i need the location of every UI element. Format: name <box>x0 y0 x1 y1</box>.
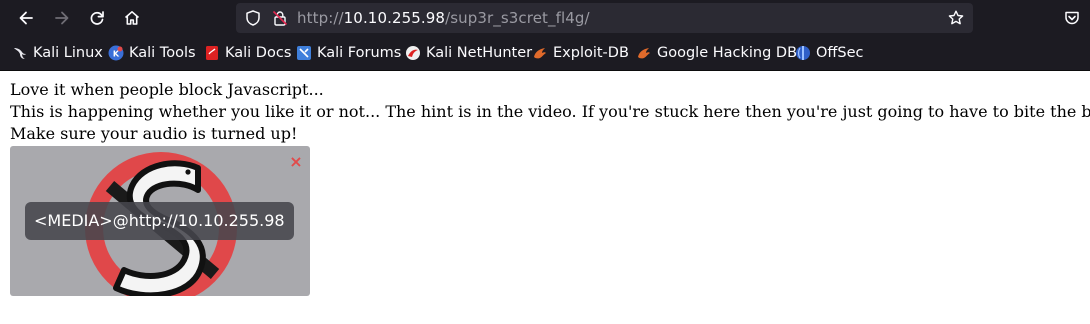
url-path: /sup3r_s3cret_fl4g/ <box>445 9 590 27</box>
url-text[interactable]: http://10.10.255.98/sup3r_s3cret_fl4g/ <box>297 9 590 27</box>
media-player[interactable]: × <MEDIA>@http://10.10.255.98 <box>10 146 310 296</box>
bookmark-kali-forums[interactable]: Kali Forums <box>296 42 401 64</box>
bookmark-label: Kali NetHunter <box>426 45 533 61</box>
page-text-line: This is happening whether you like it or… <box>10 102 1090 121</box>
forward-arrow-icon <box>55 11 69 25</box>
google-hacking-db-icon <box>638 48 650 59</box>
bookmark-kali-tools[interactable]: K Kali Tools <box>108 42 196 64</box>
reload-button[interactable] <box>83 4 111 32</box>
bookmark-kali-nethunter[interactable]: Kali NetHunter <box>405 42 532 64</box>
insecure-lock-icon[interactable] <box>271 9 289 27</box>
home-icon <box>124 11 140 25</box>
offsec-icon <box>796 46 810 60</box>
bookmark-label: Kali Tools <box>129 45 196 61</box>
browser-chrome: http://10.10.255.98/sup3r_s3cret_fl4g/ K… <box>0 0 1090 71</box>
kali-docs-icon <box>206 46 218 60</box>
bookmark-label: Exploit-DB <box>553 45 629 61</box>
page-text-line: Make sure your audio is turned up! <box>10 124 298 143</box>
bookmark-kali-linux[interactable]: Kali Linux <box>12 42 103 64</box>
reload-icon <box>90 11 104 25</box>
browser-toolbar: http://10.10.255.98/sup3r_s3cret_fl4g/ <box>0 0 1090 36</box>
back-arrow-icon <box>19 11 33 25</box>
bookmark-exploit-db[interactable]: Exploit-DB <box>532 42 629 64</box>
kali-dragon-icon <box>14 48 26 59</box>
page-text-line: Love it when people block Javascript... <box>10 80 324 99</box>
bookmarks-toolbar: Kali Linux K Kali Tools Kali Docs Kali F… <box>0 38 1090 68</box>
media-close-icon[interactable]: × <box>289 154 303 170</box>
kali-forums-icon <box>297 46 311 60</box>
kali-tools-icon: K <box>108 45 124 61</box>
forward-button[interactable] <box>48 4 76 32</box>
url-host: 10.10.255.98 <box>343 9 446 27</box>
home-button[interactable] <box>118 4 146 32</box>
bookmark-label: OffSec <box>816 45 864 61</box>
bookmark-label: Google Hacking DB <box>657 45 798 61</box>
back-button[interactable] <box>12 4 40 32</box>
pocket-button[interactable] <box>1058 4 1086 32</box>
url-scheme: http:// <box>297 9 344 27</box>
bookmark-label: Kali Forums <box>317 45 402 61</box>
bookmark-google-hacking-db[interactable]: Google Hacking DB <box>636 42 797 64</box>
bookmark-label: Kali Docs <box>225 45 292 61</box>
kali-nethunter-icon <box>406 46 420 60</box>
tracking-shield-icon[interactable] <box>244 9 262 27</box>
bookmark-star-icon[interactable] <box>947 9 965 27</box>
bookmark-offsec[interactable]: OffSec <box>795 42 864 64</box>
bookmark-label: Kali Linux <box>33 45 103 61</box>
pocket-icon <box>1065 11 1079 25</box>
page-content: Love it when people block Javascript... … <box>0 71 1090 324</box>
media-label: <MEDIA>@http://10.10.255.98 <box>25 202 294 240</box>
bookmark-kali-docs[interactable]: Kali Docs <box>204 42 291 64</box>
url-bar[interactable]: http://10.10.255.98/sup3r_s3cret_fl4g/ <box>236 3 973 33</box>
exploit-db-icon <box>534 48 546 59</box>
